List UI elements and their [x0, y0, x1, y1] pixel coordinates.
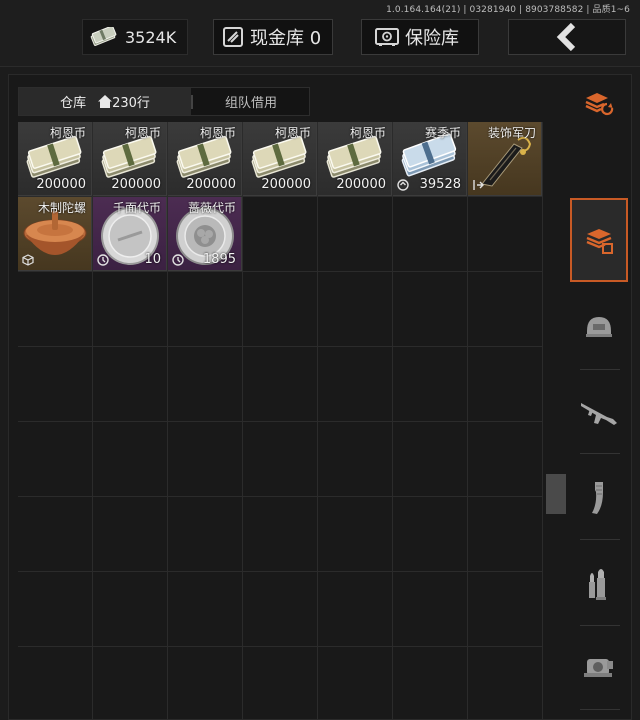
storage-tabs: 仓库 230行 组队借用 [18, 87, 310, 116]
item-koen-coin[interactable]: 柯恩币 200000 [168, 122, 242, 196]
tab-storage-rows: 230行 [112, 96, 150, 111]
version-text: 1.0.164.164(21) | 03281940 | 8903788582 … [386, 5, 630, 15]
category-sidebar [570, 74, 632, 720]
item-quantity: 200000 [261, 177, 311, 192]
magazine-icon [592, 482, 603, 514]
item-name: 赛季币 [424, 126, 461, 140]
category-ammo[interactable] [570, 542, 628, 626]
sort-button[interactable] [570, 76, 628, 130]
inventory-grid: 柯恩币 200000 柯恩币 200000 柯恩币 200000 柯恩币 200… [18, 122, 543, 720]
sidebar-divider [580, 709, 620, 710]
item-quantity: 1895 [202, 252, 236, 267]
grid-line [18, 271, 543, 272]
item-quantity: 200000 [186, 177, 236, 192]
item-wooden-top[interactable]: 木制陀螺 [18, 197, 92, 271]
helmet-icon [586, 317, 612, 337]
scrollbar-track[interactable] [546, 122, 566, 720]
item-name: 柯恩币 [124, 126, 161, 140]
grid-line [18, 571, 543, 572]
cash-vault-button[interactable]: 现金库 0 [213, 19, 333, 55]
scrollbar-thumb[interactable] [546, 474, 566, 514]
grid-line [18, 421, 543, 422]
item-thousand-faces-token[interactable]: 千面代币 10 [93, 197, 167, 271]
item-name: 柯恩币 [49, 126, 86, 140]
scope-icon [584, 659, 613, 677]
safe-vault-button[interactable]: 保险库 [361, 19, 479, 55]
top-bar: 1.0.164.164(21) | 03281940 | 8903788582 … [0, 0, 640, 66]
category-weapon[interactable] [570, 370, 628, 454]
item-name: 木制陀螺 [37, 201, 86, 215]
home-icon [98, 95, 113, 108]
cash-vault-label: 现金库 0 [250, 28, 322, 49]
category-magazine[interactable] [570, 456, 628, 540]
grid-line [18, 346, 543, 347]
item-rose-token[interactable]: 蔷薇代币 1895 [168, 197, 242, 271]
tab-storage[interactable]: 仓库 230行 [19, 88, 191, 115]
item-decorative-saber[interactable]: 装饰军刀 [468, 122, 542, 196]
item-name: 柯恩币 [274, 126, 311, 140]
money-amount: 3524K [125, 27, 177, 47]
sort-icon [585, 93, 614, 116]
tab-storage-label: 仓库 [60, 96, 87, 111]
timer-badge-icon [172, 254, 184, 266]
cash-vault-icon [223, 27, 243, 47]
item-koen-coin[interactable]: 柯恩币 200000 [243, 122, 317, 196]
item-quantity: 39528 [419, 177, 461, 192]
exit-badge-icon [473, 180, 484, 190]
category-helmet[interactable] [570, 286, 628, 370]
back-button[interactable] [508, 19, 626, 55]
top-divider [0, 66, 640, 67]
rifle-icon [581, 403, 617, 425]
money-display[interactable]: 3524K [82, 19, 188, 55]
cube-badge-icon [22, 254, 34, 266]
back-arrow-icon [556, 23, 576, 51]
item-koen-coin[interactable]: 柯恩币 200000 [93, 122, 167, 196]
category-attachment[interactable] [570, 626, 628, 710]
safe-icon [375, 28, 399, 46]
grid-line [18, 496, 543, 497]
sidebar-divider [580, 453, 620, 454]
item-quantity: 200000 [111, 177, 161, 192]
tab-team-borrow[interactable]: 组队借用 [193, 88, 309, 115]
item-name: 柯恩币 [349, 126, 386, 140]
ammo-icon [589, 569, 606, 600]
grid-line [18, 646, 543, 647]
storage-icon [586, 229, 613, 254]
item-season-coin[interactable]: 赛季币 39528 [393, 122, 467, 196]
item-koen-coin[interactable]: 柯恩币 200000 [18, 122, 92, 196]
item-name: 柯恩币 [199, 126, 236, 140]
item-quantity: 200000 [36, 177, 86, 192]
season-badge-icon [397, 179, 409, 191]
item-name: 千面代币 [112, 201, 161, 215]
item-quantity: 200000 [336, 177, 386, 192]
item-name: 装饰军刀 [487, 126, 536, 140]
category-storage[interactable] [570, 198, 628, 282]
money-icon [90, 27, 117, 46]
safe-vault-label: 保险库 [405, 28, 459, 49]
timer-badge-icon [97, 254, 109, 266]
sidebar-divider [580, 539, 620, 540]
item-koen-coin[interactable]: 柯恩币 200000 [318, 122, 392, 196]
item-name: 蔷薇代币 [187, 201, 236, 215]
item-quantity: 10 [144, 252, 161, 267]
